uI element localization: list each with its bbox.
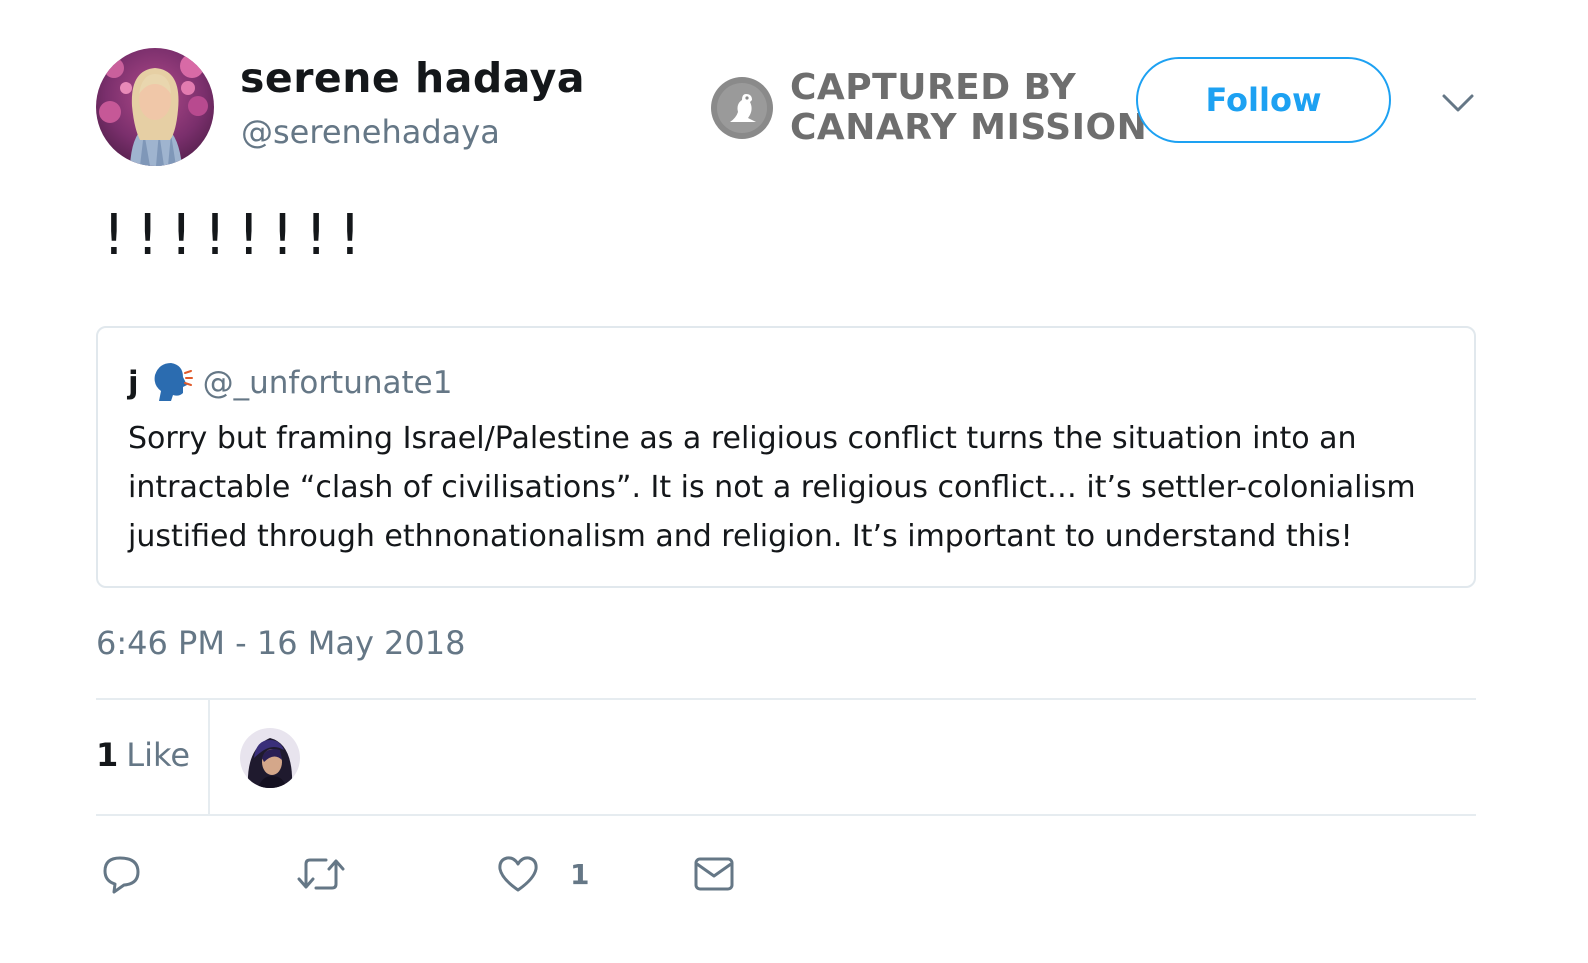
retweet-icon <box>297 858 345 890</box>
watermark-line-2: CANARY MISSION <box>790 107 1148 148</box>
reply-icon <box>103 856 140 894</box>
liker-avatar-image <box>240 728 300 788</box>
retweet-button[interactable] <box>296 852 346 896</box>
canary-mission-watermark: CAPTURED BY CANARY MISSION <box>710 68 1147 148</box>
author-avatar[interactable] <box>96 48 214 166</box>
likes-label: Like <box>126 736 191 774</box>
direct-message-button[interactable] <box>693 852 735 896</box>
watermark-line-1: CAPTURED BY <box>790 67 1077 108</box>
quoted-tweet-text: Sorry but framing Israel/Palestine as a … <box>128 421 1416 554</box>
author-display-name[interactable]: serene hadaya <box>240 54 585 102</box>
liker-avatar[interactable] <box>240 728 300 788</box>
like-icon <box>498 856 538 892</box>
quoted-tweet-handle: @_unfortunate1 <box>202 365 453 401</box>
author-avatar-image <box>96 48 214 166</box>
reply-button[interactable] <box>100 852 144 896</box>
like-button[interactable]: 1 <box>496 852 589 896</box>
likes-stat[interactable]: 1 Like <box>96 736 190 774</box>
quoted-tweet-header: j @_unfortunate1 <box>128 358 452 408</box>
tweet-text: !!!!!!!! <box>97 203 367 268</box>
follow-button[interactable]: Follow <box>1136 57 1391 143</box>
quoted-tweet-display-name: j <box>128 365 139 401</box>
like-count: 1 <box>570 857 590 891</box>
divider-top <box>96 698 1476 700</box>
divider-bottom <box>96 814 1476 816</box>
speaking-head-emoji <box>154 363 193 401</box>
tweet-timestamp[interactable]: 6:46 PM - 16 May 2018 <box>96 624 465 662</box>
chevron-down-icon[interactable] <box>1440 90 1476 118</box>
watermark-text: CAPTURED BY CANARY MISSION <box>790 68 1147 148</box>
quoted-tweet-card[interactable]: j @_unfortunate1 Sorry but framing Israe… <box>96 326 1476 588</box>
likes-count: 1 <box>96 736 119 774</box>
author-handle[interactable]: @serenehadaya <box>241 113 500 151</box>
direct-message-icon <box>694 857 734 891</box>
stats-divider <box>208 700 210 814</box>
canary-logo-icon <box>711 77 773 139</box>
